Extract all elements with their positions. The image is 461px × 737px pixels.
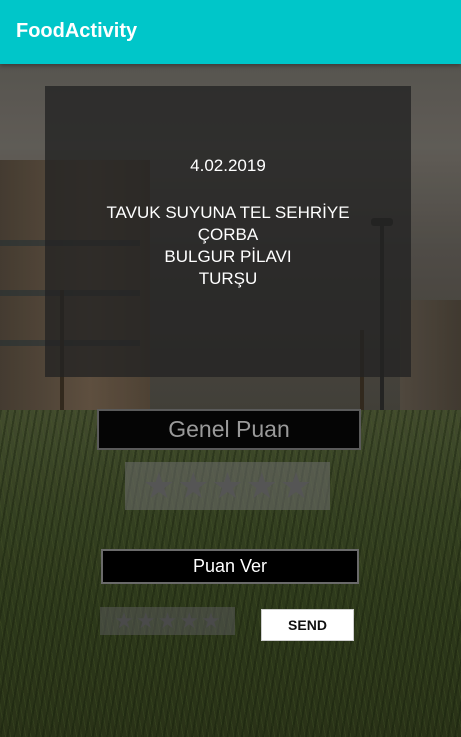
app-bar: FoodActivity [0,0,461,64]
overall-rating-bar: ★ ★ ★ ★ ★ [125,462,330,510]
overall-rating-label: Genel Puan [97,409,361,450]
menu-item: TAVUK SUYUNA TEL SEHRİYE [106,203,350,222]
star-icon: ★ [211,465,244,506]
send-button[interactable]: SEND [261,609,354,641]
star-icon[interactable]: ★ [201,607,221,635]
screen: FoodActivity 4.02.2019 TAVUK SUYUNA TEL … [0,0,461,737]
menu-card: 4.02.2019 TAVUK SUYUNA TEL SEHRİYE ÇORBA… [45,86,411,377]
menu-item: TURŞU [198,269,258,288]
star-icon: ★ [177,465,210,506]
star-icon: ★ [279,465,313,506]
star-icon: ★ [245,465,278,506]
menu-items: TAVUK SUYUNA TEL SEHRİYE ÇORBA BULGUR Pİ… [45,202,411,290]
menu-date: 4.02.2019 [190,156,266,175]
star-icon[interactable]: ★ [114,607,134,635]
star-icon: ★ [142,465,176,506]
give-rating-bar[interactable]: ★ ★ ★ ★ ★ [100,607,235,635]
star-icon[interactable]: ★ [179,607,199,635]
menu-item: BULGUR PİLAVI [164,247,292,266]
give-rating-label: Puan Ver [101,549,359,584]
menu-item: ÇORBA [197,225,259,244]
star-icon[interactable]: ★ [136,607,156,635]
star-icon[interactable]: ★ [158,607,178,635]
app-title: FoodActivity [16,20,138,42]
